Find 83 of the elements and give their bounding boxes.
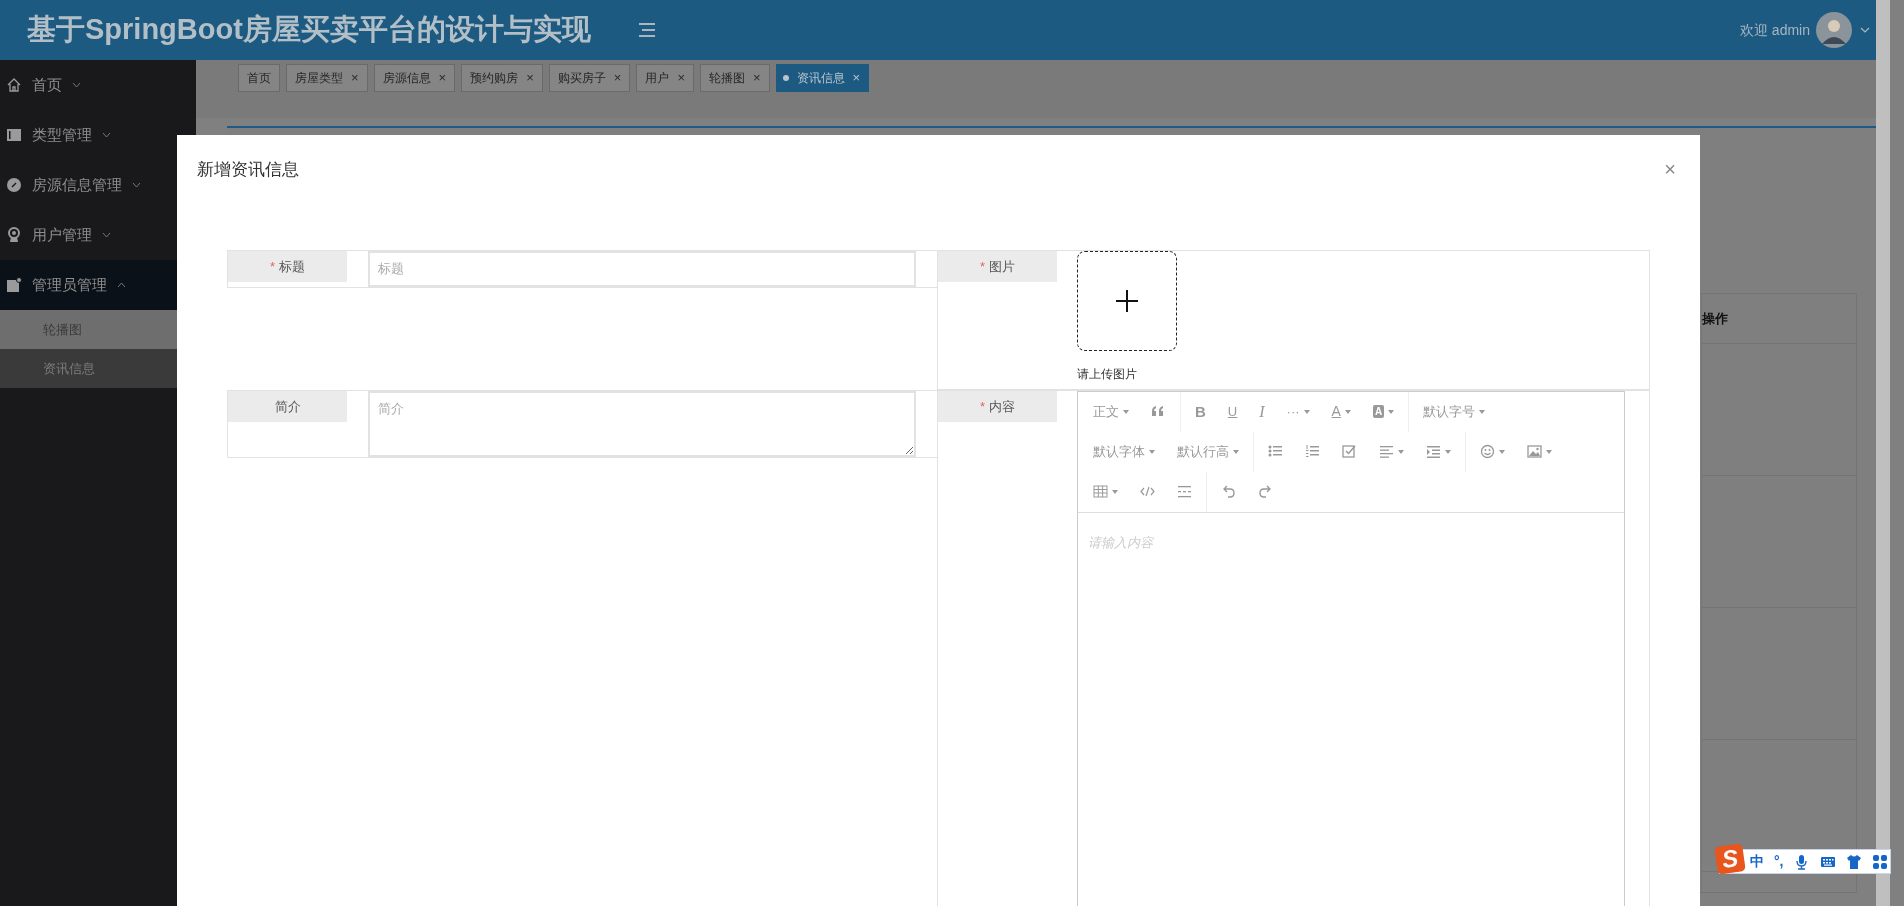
close-button[interactable]: × (852, 68, 861, 88)
dialog-title: 新增资讯信息 (197, 159, 299, 180)
toolbar-button[interactable]: A (1361, 391, 1406, 432)
tab[interactable]: 房屋类型 × (286, 64, 368, 92)
menu-icon[interactable] (638, 23, 655, 37)
toolbar-button[interactable]: B (1184, 391, 1217, 432)
tab[interactable]: 用户 × (636, 64, 694, 92)
sidebar-item[interactable]: 首页 (0, 60, 196, 110)
toolbar-button[interactable]: 默认字体 (1082, 431, 1166, 472)
caret-icon (1499, 449, 1505, 454)
tab[interactable]: 资讯信息 × (775, 64, 870, 92)
caret-icon (1112, 489, 1118, 494)
numbered-list-icon (1305, 444, 1320, 460)
field-label: 简介 (228, 390, 347, 422)
align-icon (1379, 444, 1394, 460)
chevron-down-icon (102, 132, 111, 138)
caret-icon (1546, 449, 1552, 454)
plus-icon (1115, 288, 1139, 313)
greeting-text: 欢迎 admin (1739, 20, 1810, 40)
table-icon (1093, 484, 1108, 500)
undo-icon (1221, 484, 1236, 500)
chevron-down-icon (102, 232, 111, 238)
smiley-icon (1480, 444, 1495, 460)
tab[interactable]: 房源信息 × (373, 64, 456, 92)
microphone-icon[interactable] (1793, 853, 1810, 870)
user-icon (6, 227, 22, 243)
sidebar-item[interactable]: 用户管理 (0, 210, 196, 260)
chevron-down-icon[interactable] (1860, 27, 1870, 33)
close-button[interactable]: × (1664, 159, 1676, 180)
ime-button[interactable]: °, (1774, 851, 1784, 872)
grid-icon[interactable] (1871, 853, 1888, 870)
sidebar-item[interactable]: 类型管理 (0, 110, 196, 160)
chevron-down-icon (72, 82, 81, 88)
toolbar-button[interactable]: 默认行高 (1166, 431, 1250, 472)
sidebar-item[interactable]: 房源信息管理 (0, 160, 196, 210)
field-label: * 图片 (938, 250, 1057, 282)
caret-icon (1344, 409, 1351, 414)
book-icon (6, 127, 22, 143)
split-line-icon (1177, 484, 1192, 500)
toolbar-button[interactable]: 默认字号 (1412, 391, 1497, 432)
column-header: 操作 (1702, 294, 1856, 344)
home-icon (6, 77, 22, 93)
text-area[interactable]: 简介 (368, 390, 916, 457)
image-icon (1527, 444, 1542, 460)
caret-icon (1303, 409, 1310, 414)
checkbox-icon (1342, 444, 1357, 460)
upload-hint: 请上传图片 (1077, 366, 1138, 382)
tab[interactable]: 轮播图 × (699, 64, 770, 92)
toolbar-button[interactable]: ··· (1275, 391, 1321, 432)
caret-icon (1149, 449, 1155, 454)
note-icon (6, 277, 22, 293)
tab[interactable]: 预约购房 × (461, 64, 543, 92)
ime-button[interactable]: 中 (1750, 851, 1764, 872)
tab[interactable]: 首页 (238, 64, 280, 92)
chevron-up-icon (117, 282, 126, 288)
compass-icon (6, 177, 22, 193)
shirt-icon[interactable] (1845, 853, 1862, 870)
close-button[interactable]: × (677, 68, 685, 88)
input-field[interactable]: 标题 (368, 250, 916, 287)
chevron-down-icon (132, 182, 141, 188)
toolbar-button[interactable]: U (1216, 391, 1249, 432)
close-button[interactable]: × (613, 68, 622, 88)
toolbar-button[interactable]: A (1320, 391, 1362, 432)
caret-icon (1388, 409, 1395, 414)
caret-icon (1398, 449, 1404, 454)
redo-icon (1258, 484, 1273, 500)
close-button[interactable]: × (752, 68, 761, 88)
caret-icon (1445, 449, 1451, 454)
caret-icon (1123, 409, 1129, 414)
close-button[interactable]: × (526, 68, 534, 88)
caret-icon (1479, 409, 1486, 414)
field-label: * 标题 (228, 250, 347, 282)
toolbar-button[interactable]: I (1248, 391, 1276, 432)
tab[interactable]: 购买房子 × (548, 64, 631, 92)
indent-icon (1426, 444, 1441, 460)
app-title: 基于SpringBoot房屋买卖平台的设计与实现 (27, 12, 591, 48)
avatar[interactable] (1816, 12, 1852, 48)
close-button[interactable]: × (438, 68, 447, 88)
upload-button[interactable] (1077, 250, 1177, 351)
field-label: * 内容 (938, 390, 1057, 422)
close-button[interactable]: × (351, 68, 359, 88)
toolbar-button[interactable]: 正文 (1082, 391, 1140, 432)
caret-icon (1233, 449, 1239, 454)
